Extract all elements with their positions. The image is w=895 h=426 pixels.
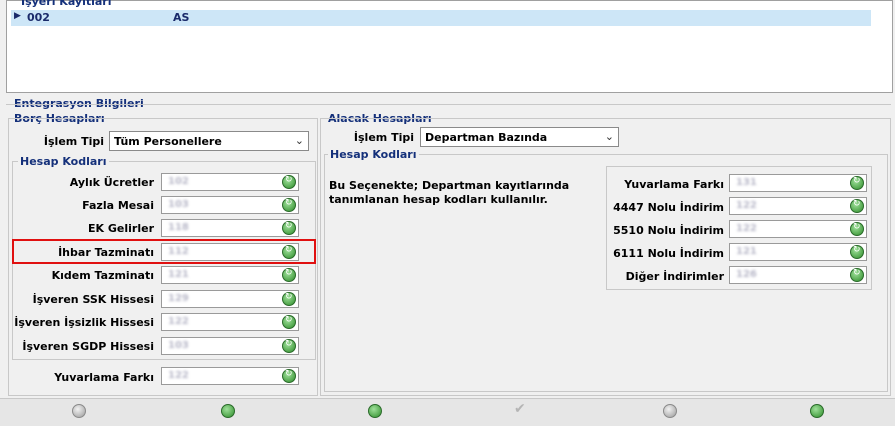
employer-records-title: İşyeri Kayıtları	[21, 0, 112, 8]
add-icon[interactable]	[221, 404, 235, 418]
credit-note: Bu Seçenekte; Departman kayıtlarında tan…	[329, 179, 570, 206]
field-value: 121	[736, 246, 757, 257]
refresh-icon[interactable]	[282, 369, 296, 383]
field-value: 126	[736, 269, 757, 280]
employer-ssk-label: İşveren SSK Hissesi	[32, 293, 154, 306]
credit-codes-title: Hesap Kodları	[328, 148, 419, 161]
discount-4447-field[interactable]: 122	[729, 197, 867, 215]
highlight-box	[12, 239, 316, 264]
field-value: 102	[168, 176, 189, 187]
discount-6111-label: 6111 Nolu İndirim	[613, 247, 724, 260]
credit-op-type-select[interactable]: Departman Bazında ⌄	[420, 127, 619, 147]
bottom-toolbar: ✔	[0, 398, 895, 426]
employer-unemployment-label: İşveren İşsizlik Hissesi	[14, 316, 154, 329]
credit-op-type-value: Departman Bazında	[425, 131, 548, 144]
refresh-icon[interactable]	[282, 175, 296, 189]
divider	[6, 104, 891, 105]
field-value: 103	[168, 199, 189, 210]
row-code: 002	[27, 11, 50, 24]
employer-unemployment-field[interactable]: 122	[161, 313, 299, 331]
severance-label: Kıdem Tazminatı	[51, 269, 154, 282]
debit-codes-title: Hesap Kodları	[18, 155, 109, 168]
debit-rounding-label: Yuvarlama Farkı	[54, 371, 154, 384]
discount-4447-label: 4447 Nolu İndirim	[613, 201, 724, 214]
delete-icon[interactable]	[663, 404, 677, 418]
credit-op-type-label: İşlem Tipi	[353, 131, 414, 144]
table-row[interactable]: ▶ 002 AS	[11, 10, 871, 26]
save-check-icon[interactable]: ✔	[514, 401, 528, 417]
credit-rounding-label: Yuvarlama Farkı	[624, 178, 724, 191]
employer-sgdp-field[interactable]: 103	[161, 337, 299, 355]
debit-op-type-select[interactable]: Tüm Personellere ⌄	[109, 131, 309, 151]
refresh-icon[interactable]	[282, 221, 296, 235]
field-value: 129	[168, 293, 189, 304]
field-value: 122	[736, 200, 757, 211]
refresh-icon[interactable]	[810, 404, 824, 418]
employer-records-grid[interactable]: İşyeri Kayıtları ▶ 002 AS	[6, 0, 893, 93]
refresh-icon[interactable]	[850, 245, 864, 259]
chevron-down-icon: ⌄	[294, 134, 304, 147]
back-icon[interactable]	[72, 404, 86, 418]
discount-5510-label: 5510 Nolu İndirim	[613, 224, 724, 237]
debit-op-type-label: İşlem Tipi	[43, 135, 104, 148]
refresh-icon[interactable]	[850, 176, 864, 190]
field-value: 121	[168, 269, 189, 280]
employer-ssk-field[interactable]: 129	[161, 290, 299, 308]
refresh-icon[interactable]	[282, 339, 296, 353]
refresh-icon[interactable]	[282, 198, 296, 212]
refresh-icon[interactable]	[282, 315, 296, 329]
discount-6111-field[interactable]: 121	[729, 243, 867, 261]
edit-icon[interactable]	[368, 404, 382, 418]
refresh-icon[interactable]	[282, 268, 296, 282]
debit-op-type-value: Tüm Personellere	[114, 135, 222, 148]
refresh-icon[interactable]	[282, 292, 296, 306]
field-value: 122	[736, 223, 757, 234]
debit-rounding-field[interactable]: 122	[161, 367, 299, 385]
refresh-icon[interactable]	[850, 199, 864, 213]
row-name: AS	[173, 11, 190, 24]
overtime-field[interactable]: 103	[161, 196, 299, 214]
chevron-down-icon: ⌄	[604, 130, 614, 143]
credit-rounding-field[interactable]: 131	[729, 174, 867, 192]
field-value: 118	[168, 222, 189, 233]
refresh-icon[interactable]	[850, 268, 864, 282]
row-pointer-icon: ▶	[14, 11, 21, 21]
other-discounts-label: Diğer İndirimler	[625, 270, 724, 283]
severance-field[interactable]: 121	[161, 266, 299, 284]
extra-income-label: EK Gelirler	[88, 222, 154, 235]
monthly-wages-field[interactable]: 102	[161, 173, 299, 191]
field-value: 131	[736, 177, 757, 188]
field-value: 103	[168, 340, 189, 351]
field-value: 122	[168, 316, 189, 327]
overtime-label: Fazla Mesai	[82, 199, 154, 212]
monthly-wages-label: Aylık Ücretler	[69, 176, 154, 189]
refresh-icon[interactable]	[850, 222, 864, 236]
extra-income-field[interactable]: 118	[161, 219, 299, 237]
employer-sgdp-label: İşveren SGDP Hissesi	[22, 340, 154, 353]
field-value: 122	[168, 370, 189, 381]
other-discounts-field[interactable]: 126	[729, 266, 867, 284]
discount-5510-field[interactable]: 122	[729, 220, 867, 238]
